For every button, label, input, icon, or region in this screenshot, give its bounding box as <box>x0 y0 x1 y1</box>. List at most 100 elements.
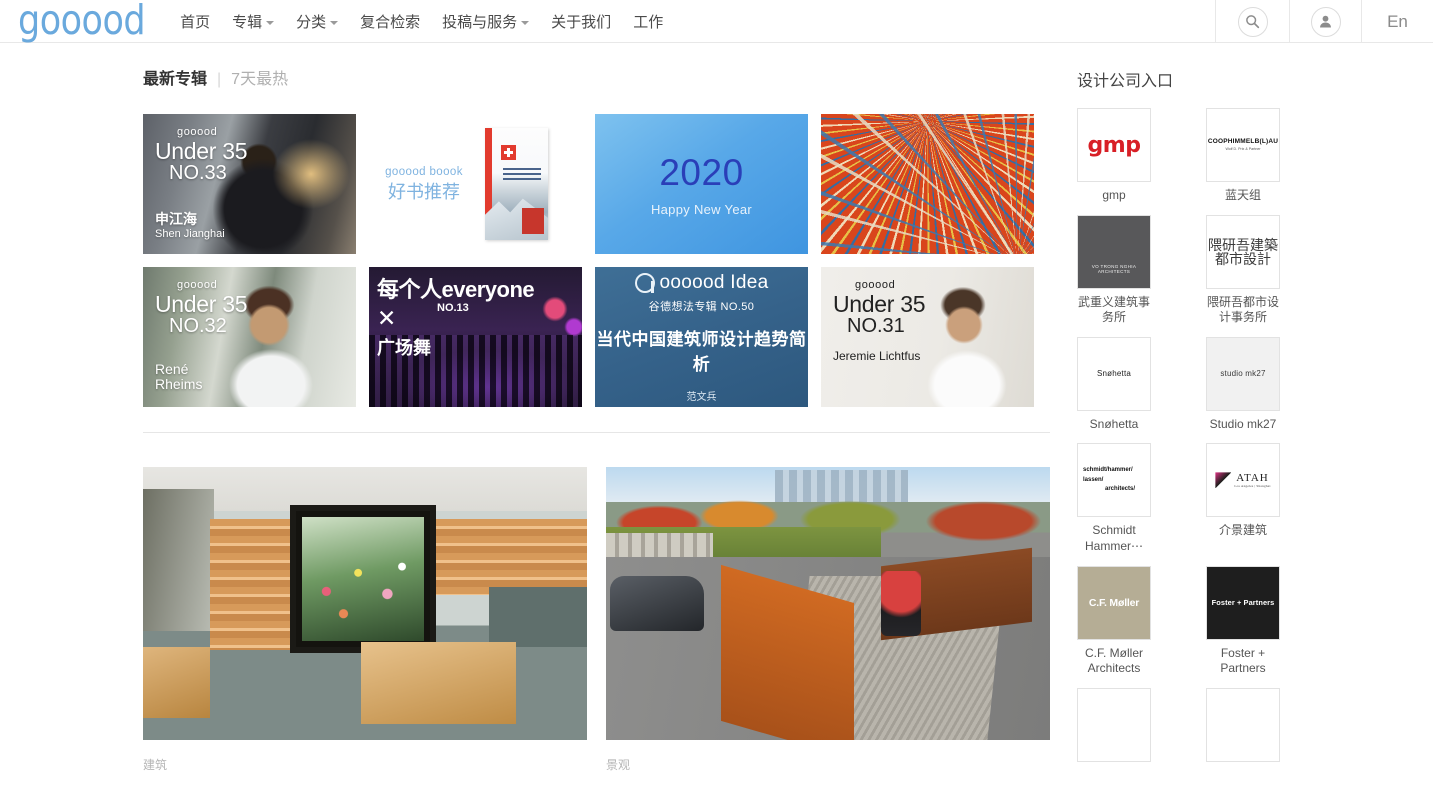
project-grid: 建筑 景观 <box>143 467 1062 782</box>
page-body: 最新专辑 | 7天最热 gooood Under 35 NO.33 申江海 Sh… <box>0 43 1433 809</box>
card-series: Under 35 <box>833 290 926 317</box>
card-heading: gooood Under 35 NO.32 <box>155 279 248 337</box>
foster-logo-text: Foster + Partners <box>1211 598 1275 608</box>
atah-logo-text: ATAH Los Angeles | Shanghai <box>1234 472 1271 489</box>
firm-name: 蓝天组 <box>1224 188 1261 202</box>
card-heading: 每个人everyone ✕ NO.13 广场舞 <box>377 272 535 360</box>
firm-item-partial-2[interactable] <box>1206 687 1280 762</box>
firm-name: Snøhetta <box>1089 416 1139 431</box>
firm-name: Foster + Partners <box>1220 645 1266 676</box>
nav-item-submit-services[interactable]: 投稿与服务 <box>431 0 540 42</box>
card-person: 申江海 Shen Jianghai <box>155 211 225 240</box>
search-button[interactable] <box>1215 0 1289 43</box>
firm-logo: gmp <box>1077 108 1151 182</box>
nav-label: 投稿与服务 <box>442 13 518 31</box>
project-item-landscape[interactable]: 景观 <box>606 467 1050 782</box>
card-gooood-idea-no50[interactable]: oooood Idea 谷德想法专辑 NO.50 当代中国建筑师设计趋势简析 范… <box>595 267 808 407</box>
nav-item-jobs[interactable]: 工作 <box>622 0 674 42</box>
firm-item-coop-himmelblau[interactable]: COOPHIMMELB(L)AU Wolf D. Prix & Partner … <box>1206 108 1280 204</box>
person-name-en: Jeremie Lichtfus <box>833 348 921 363</box>
firm-item-studio-mk27[interactable]: studio mk27 Studio mk27 <box>1206 336 1280 433</box>
site-header: gooood 首页 专辑 分类 复合检索 投稿与服务 关于我们 工作 En <box>0 0 1433 43</box>
tab-latest-albums[interactable]: 最新专辑 <box>143 65 207 89</box>
card-new-year-2020[interactable]: 2020 Happy New Year <box>595 114 808 254</box>
firm-directory: gmp gmp COOPHIMMELB(L)AU Wolf D. Prix & … <box>1077 108 1433 762</box>
card-number: NO.33 <box>169 161 227 184</box>
nav-label: 首页 <box>180 13 211 31</box>
card-book-recommendation[interactable]: gooood boook 好书推荐 <box>369 114 582 254</box>
firm-item-foster-partners[interactable]: Foster + Partners Foster + Partners <box>1206 565 1280 677</box>
special-card-grid: gooood Under 35 NO.33 申江海 Shen Jianghai … <box>143 114 1062 407</box>
firm-item-gmp[interactable]: gmp gmp <box>1077 108 1151 204</box>
firm-item-atah[interactable]: ATAH Los Angeles | Shanghai 介景建筑 <box>1206 443 1280 554</box>
firm-logo: VO TRONG NGHIA ARCHITECTS <box>1077 214 1151 289</box>
tab-7day-hot[interactable]: 7天最热 <box>231 65 288 89</box>
card-abstract-artwork[interactable] <box>821 114 1034 254</box>
person-name-last: Rheims <box>155 376 203 393</box>
card-person: René Rheims <box>155 360 203 393</box>
card-heading: gooood Under 35 NO.31 <box>833 279 926 337</box>
card-brand: gooood <box>177 126 218 138</box>
card-brand: gooood <box>855 279 896 291</box>
nav-item-about[interactable]: 关于我们 <box>540 0 622 42</box>
nav-item-albums[interactable]: 专辑 <box>221 0 285 42</box>
nav-item-home[interactable]: 首页 <box>169 0 221 42</box>
firm-name: Schmidt Hammer⋯ <box>1084 523 1143 553</box>
everyone-number: NO.13 <box>437 302 469 314</box>
cfmoller-logo-text: C.F. Møller <box>1088 596 1140 609</box>
card-under35-no33[interactable]: gooood Under 35 NO.33 申江海 Shen Jianghai <box>143 114 356 254</box>
site-logo[interactable]: gooood <box>18 0 146 41</box>
chevron-down-icon <box>521 20 530 25</box>
sidebar: 设计公司入口 gmp gmp COOPHIMMELB(L)AU Wolf D. … <box>1062 43 1433 809</box>
artwork-strokes-secondary <box>821 114 1034 254</box>
chevron-down-icon <box>266 20 275 25</box>
firm-logo <box>1077 687 1151 762</box>
firm-name: 武重义建筑事务所 <box>1077 294 1150 325</box>
card-under35-no31[interactable]: gooood Under 35 NO.31 Jeremie Lichtfus <box>821 267 1034 407</box>
project-thumbnail[interactable] <box>606 467 1050 740</box>
vo-logo: VO TRONG NGHIA ARCHITECTS <box>1078 215 1150 288</box>
book-title: 好书推荐 <box>388 181 460 202</box>
firm-item-cf-moller[interactable]: C.F. Møller C.F. Møller Architects <box>1077 565 1151 677</box>
card-heading: gooood Under 35 NO.33 <box>155 126 248 184</box>
card-number: NO.31 <box>847 314 905 337</box>
person-name-first: René <box>155 360 189 377</box>
coop-logo-text: COOPHIMMELB(L)AU Wolf D. Prix & Partner <box>1207 138 1279 152</box>
account-button[interactable] <box>1289 0 1361 43</box>
nav-item-categories[interactable]: 分类 <box>285 0 349 42</box>
vo-logo-text: VO TRONG NGHIA ARCHITECTS <box>1091 263 1137 274</box>
card-person: Jeremie Lichtfus <box>833 348 921 363</box>
nav-label: 专辑 <box>232 13 263 31</box>
project-item-architecture[interactable]: 建筑 <box>143 467 587 782</box>
nav-label: 关于我们 <box>551 13 612 31</box>
firm-item-schmidt-hammer-lassen[interactable]: schmidt/hammer/ lassen/ architects/ Schm… <box>1077 443 1151 554</box>
everyone-subject: 广场舞 <box>377 338 431 358</box>
firm-logo <box>1206 687 1280 762</box>
shl-logo-text: schmidt/hammer/ lassen/ architects/ <box>1083 467 1136 493</box>
language-switch[interactable]: En <box>1361 0 1433 43</box>
project-category: 建筑 <box>143 758 168 772</box>
firm-name: C.F. Møller Architects <box>1085 645 1143 676</box>
foster-logo: Foster + Partners <box>1207 566 1279 639</box>
firm-item-vo-trong-nghia[interactable]: VO TRONG NGHIA ARCHITECTS 武重义建筑事务所 <box>1077 214 1151 326</box>
firm-item-kengo-kuma[interactable]: 隈研吾建築都市設計 隈研吾都市设计事务所 <box>1206 214 1280 326</box>
project-category: 景观 <box>606 758 631 772</box>
card-everyone-no13[interactable]: 每个人everyone ✕ NO.13 广场舞 <box>369 267 582 407</box>
project-thumbnail[interactable] <box>143 467 587 740</box>
nav-label: 分类 <box>296 13 327 31</box>
card-series: Under 35 <box>155 137 248 164</box>
everyone-line1: 每个人everyone <box>377 272 535 304</box>
card-under35-no32[interactable]: gooood Under 35 NO.32 René Rheims <box>143 267 356 407</box>
main-navigation: 首页 专辑 分类 复合检索 投稿与服务 关于我们 工作 <box>169 0 674 42</box>
nav-item-search-compound[interactable]: 复合检索 <box>349 0 431 42</box>
firm-item-partial-1[interactable] <box>1077 687 1151 762</box>
gooood-g-icon <box>634 272 655 293</box>
everyone-cn: 每个人 <box>377 277 442 302</box>
search-icon <box>1237 6 1268 37</box>
kengo-logo-text: 隈研吾建築都市設計 <box>1208 236 1278 267</box>
book-brand: gooood boook <box>385 165 463 178</box>
firm-logo: Foster + Partners <box>1206 565 1280 640</box>
chevron-down-icon <box>330 20 339 25</box>
firm-item-snohetta[interactable]: Snøhetta Snøhetta <box>1077 336 1151 433</box>
nav-label: 复合检索 <box>360 13 421 31</box>
